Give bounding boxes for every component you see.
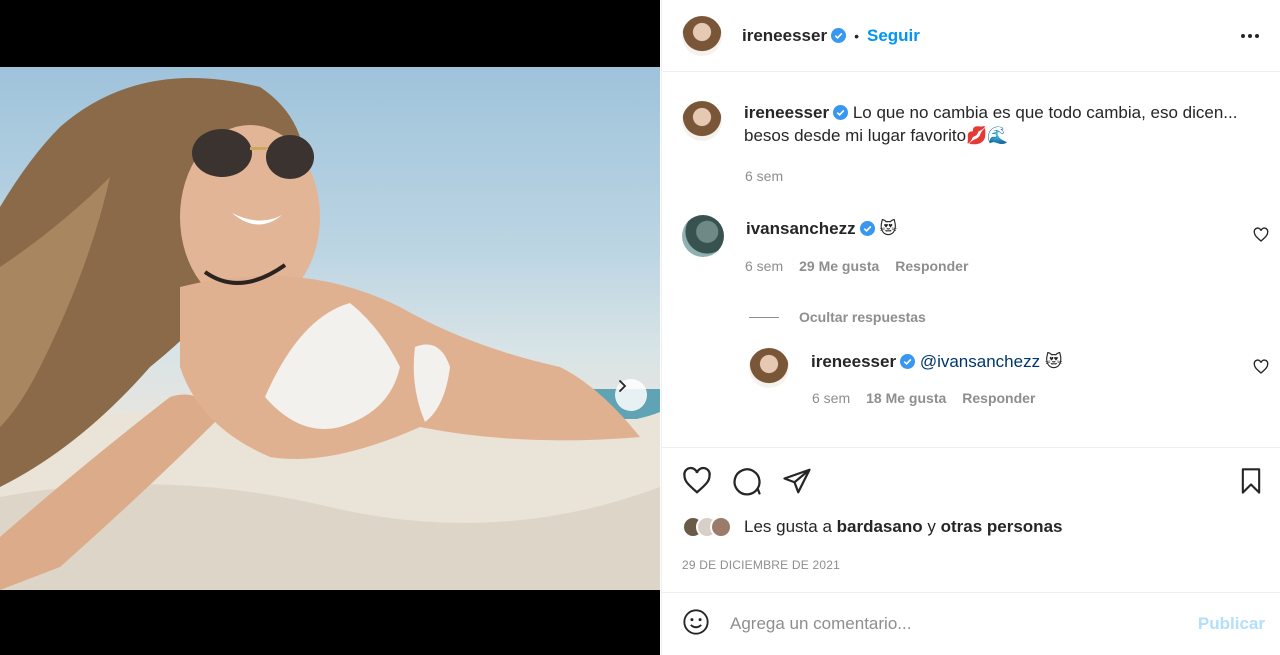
comment-composer: Publicar [662, 592, 1280, 655]
caption-line-1: Lo que no cambia es que todo cambia, eso… [852, 103, 1238, 122]
reply-body: 😻 [1044, 352, 1063, 371]
comment-meta: 6 sem 29 Me gusta Responder [745, 258, 968, 274]
bookmark-icon [1241, 468, 1261, 494]
beach-photo-illustration [0, 78, 660, 590]
post-sidebar: ireneesser • Seguir ireneesser Lo que no… [661, 0, 1280, 655]
hide-replies-label: Ocultar respuestas [799, 309, 926, 325]
post-actions: Les gusta a bardasano y otras personas 2… [662, 447, 1280, 592]
commenter-username[interactable]: ivansanchezz [746, 219, 856, 238]
emoji-smiley-icon [683, 608, 709, 635]
caption-meta: 6 sem [745, 168, 783, 184]
likes-connector: y [927, 517, 936, 536]
chevron-right-icon [619, 380, 627, 392]
reply-row: ireneesser @ivansanchezz 😻 [749, 348, 1261, 388]
likes-summary: Les gusta a bardasano y otras personas [682, 516, 1062, 538]
paper-plane-icon [783, 468, 811, 494]
reply-avatar[interactable] [749, 348, 789, 388]
likes-others-link[interactable]: otras personas [941, 517, 1063, 536]
comment-time[interactable]: 6 sem [745, 258, 783, 274]
likes-prefix: Les gusta a [744, 517, 832, 536]
comment-text: ivansanchezz 😻 [746, 215, 897, 257]
comment-button[interactable] [732, 466, 762, 501]
comment-reply-button[interactable]: Responder [895, 258, 968, 274]
comment-input[interactable] [730, 614, 1170, 634]
comment-bubble-icon [733, 468, 761, 496]
reply-meta: 6 sem 18 Me gusta Responder [812, 390, 1035, 406]
heart-icon [683, 466, 711, 494]
more-options-icon[interactable] [1240, 26, 1260, 46]
caption-text: ireneesser Lo que no cambia es que todo … [744, 101, 1237, 147]
liker-avatar [710, 516, 732, 538]
follow-button[interactable]: Seguir [867, 26, 920, 46]
caption-avatar[interactable] [682, 101, 722, 141]
header-separator: • [854, 27, 859, 44]
caption-username[interactable]: ireneesser [744, 103, 829, 122]
save-button[interactable] [1237, 466, 1265, 501]
media-pane [0, 0, 660, 655]
commenter-avatar[interactable] [682, 215, 724, 257]
action-icons [682, 466, 812, 501]
caption-row: ireneesser Lo que no cambia es que todo … [682, 101, 1261, 147]
reply-likes[interactable]: 18 Me gusta [866, 390, 946, 406]
reply-mention[interactable]: @ivansanchezz [920, 352, 1040, 371]
instagram-post-modal: ireneesser • Seguir ireneesser Lo que no… [0, 0, 1280, 655]
verified-badge-icon [833, 105, 849, 120]
like-reply-heart-icon[interactable] [1253, 359, 1269, 375]
post-header: ireneesser • Seguir [662, 0, 1280, 72]
reply-time[interactable]: 6 sem [812, 390, 850, 406]
like-button[interactable] [682, 466, 712, 501]
reply-text: ireneesser @ivansanchezz 😻 [811, 348, 1063, 388]
share-button[interactable] [782, 466, 812, 501]
comment-body: 😻 [879, 219, 898, 238]
caption-time[interactable]: 6 sem [745, 168, 783, 184]
liker-username[interactable]: bardasano [837, 517, 923, 536]
comments-section: ireneesser Lo que no cambia es que todo … [662, 73, 1280, 446]
post-date[interactable]: 29 DE DICIEMBRE DE 2021 [682, 558, 840, 572]
likes-text: Les gusta a bardasano y otras personas [744, 517, 1062, 537]
hide-replies-button[interactable]: Ocultar respuestas [749, 309, 926, 325]
comment-row: ivansanchezz 😻 [682, 215, 1261, 257]
author-info: ireneesser • Seguir [742, 26, 920, 46]
like-comment-heart-icon[interactable] [1253, 227, 1269, 243]
verified-badge-icon [859, 221, 875, 236]
caption-line-2: besos desde mi lugar favorito💋🌊 [744, 126, 1009, 145]
replies-divider [749, 316, 779, 318]
verified-badge-icon [900, 354, 916, 369]
author-avatar[interactable] [682, 15, 722, 56]
post-photo [0, 67, 660, 590]
verified-badge-icon [831, 28, 847, 43]
emoji-button[interactable] [682, 608, 710, 641]
comment-likes[interactable]: 29 Me gusta [799, 258, 879, 274]
author-username[interactable]: ireneesser [742, 26, 827, 46]
carousel-next-button[interactable] [615, 379, 647, 411]
publish-button[interactable]: Publicar [1198, 614, 1265, 634]
reply-reply-button[interactable]: Responder [962, 390, 1035, 406]
reply-username[interactable]: ireneesser [811, 352, 896, 371]
